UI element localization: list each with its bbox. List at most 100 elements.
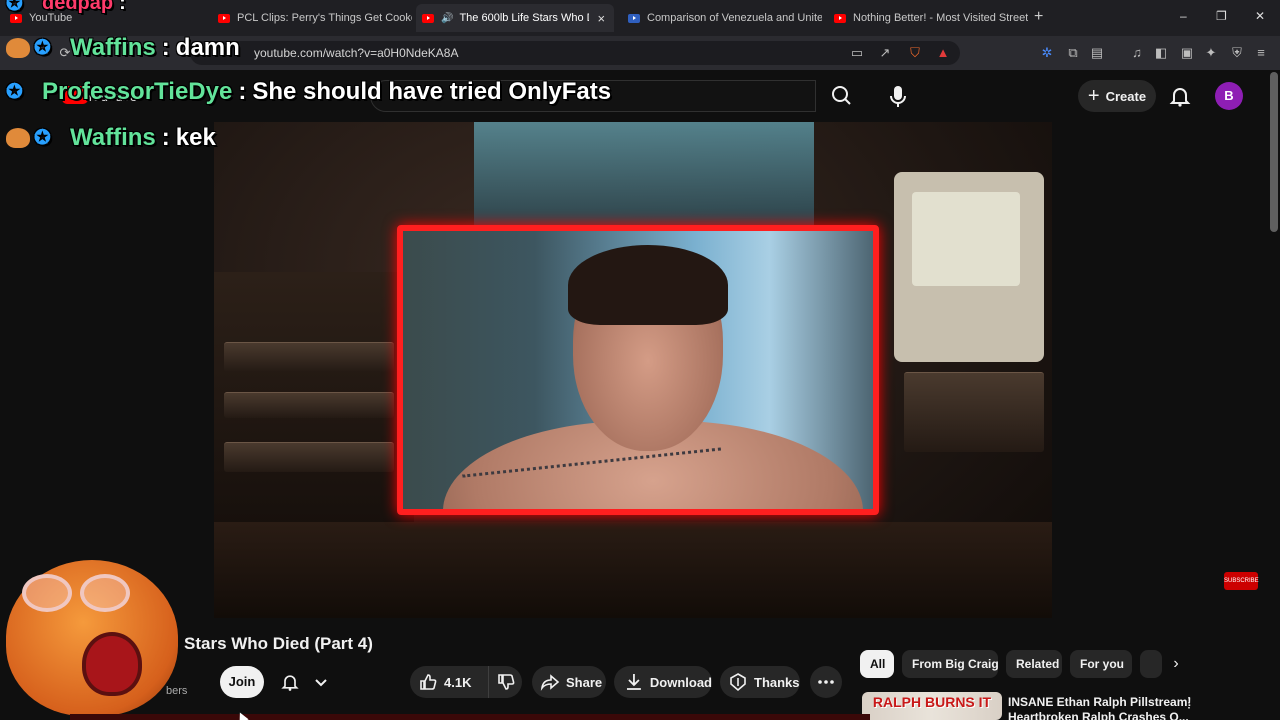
sticker-glasses [20,574,132,614]
video-background-window [474,122,814,232]
puzzle-icon[interactable]: ⧉ [1064,44,1082,62]
thanks-label: Thanks [754,674,800,690]
video-player[interactable] [214,122,1052,618]
avatar[interactable]: B [1215,82,1243,110]
plus-icon: + [1087,84,1100,107]
restore-button[interactable]: ❐ [1216,9,1227,23]
chip-for-you[interactable]: For you [1070,650,1132,678]
tab-comparison[interactable]: Comparison of Venezuela and United [622,4,822,32]
new-tab-button[interactable]: + [1034,8,1043,26]
video-background-tv [894,172,1044,362]
chip-partial[interactable] [1140,650,1162,678]
thumbnail-text: RALPH BURNS IT [872,694,992,710]
chat-separator: : [238,78,247,105]
more-actions-button[interactable] [810,666,842,698]
share-button[interactable]: Share [532,666,606,698]
chat-text: She should have tried OnlyFats [252,78,612,105]
sidebar-icon[interactable]: ◧ [1152,44,1170,62]
sticker-lens [80,574,130,612]
progress-strip [70,714,870,720]
close-window-button[interactable]: ✕ [1255,9,1265,23]
chevron-down-icon [315,679,327,687]
chat-message: ✪ ProfessorTieDye : She should have trie… [6,78,611,106]
create-button[interactable]: + Create [1078,80,1156,112]
wallet-icon[interactable]: ▣ [1178,44,1196,62]
more-horizontal-icon [818,680,834,684]
chat-message: ✪ Waffins : kek [6,124,216,152]
search-button[interactable] [816,80,868,112]
speaker-icon[interactable]: 🔊 [441,13,453,24]
subscribe-watermark[interactable]: SUBSCRIBE [1224,572,1259,590]
recommended-video-thumbnail[interactable]: RALPH BURNS IT [862,692,1002,720]
reading-list-icon[interactable]: ▤ [1088,44,1106,62]
chevron-right-icon[interactable]: › [1164,652,1188,676]
menu-icon[interactable]: ≡ [1252,44,1270,62]
bttv-badge-icon: ✪ [34,127,51,149]
mouse-cursor-icon [235,710,249,720]
brave-shield-icon[interactable]: ⛉ [906,44,924,62]
url-text: youtube.com/watch?v=a0H0NdeKA8A [254,46,459,60]
site-favicon-icon [628,13,640,23]
emote-icon [6,38,30,58]
notifications-button[interactable] [1168,84,1192,108]
search-icon [832,86,851,105]
tab-nothing-better[interactable]: Nothing Better! - Most Visited Street [828,4,1028,32]
url-field[interactable]: youtube.com/watch?v=a0H0NdeKA8A [190,41,960,65]
create-label: Create [1105,88,1147,104]
emote-icon [6,128,30,148]
chat-username: dedpap [42,0,114,14]
join-button[interactable]: Join [220,666,264,698]
cast-icon[interactable]: ▭ [848,44,866,62]
more-vertical-icon[interactable]: ⋮ [1182,694,1196,712]
youtube-favicon-icon [834,13,846,23]
thanks-button[interactable]: Thanks [720,666,800,698]
vpn-icon[interactable]: ⛨ [1228,44,1246,62]
video-background-device [224,342,394,372]
download-button[interactable]: Download [614,666,712,698]
video-background-device [224,442,394,472]
bell-icon [1169,88,1191,107]
dislike-button[interactable] [488,666,522,698]
share-page-icon[interactable]: ↗ [876,44,894,62]
sticker-lens [22,574,72,612]
tab-close-icon[interactable]: × [597,11,605,26]
minimize-button[interactable]: – [1180,9,1187,23]
thumbs-up-icon [420,674,437,690]
media-icon[interactable]: ♫ [1128,44,1146,62]
chip-all[interactable]: All [860,650,894,678]
notification-settings-button[interactable] [274,666,338,698]
thumbs-down-icon [497,674,514,690]
brave-rewards-icon[interactable]: ▲ [934,44,952,62]
chat-username: ProfessorTieDye [42,78,233,105]
emote-sticker-icon [2,540,182,716]
tab-600lb-life[interactable]: 🔊 The 600lb Life Stars Who Die × [416,4,614,32]
video-background-floor [214,522,1052,618]
chip-from-big-craig[interactable]: From Big Craig [902,650,999,678]
video-person-hair [568,245,728,325]
video-background-computer [904,372,1044,452]
chat-text: kek [175,124,216,151]
voice-search-button[interactable] [880,78,916,114]
tab-label: Nothing Better! - Most Visited Street [853,12,1028,24]
page-scrollbar[interactable] [1270,72,1278,232]
bell-icon [281,675,299,691]
video-inset-frame [397,225,879,515]
chat-separator: : [119,0,126,14]
tab-label: PCL Clips: Perry's Things Get Cooked [237,12,412,24]
recommended-video-subtitle[interactable]: Heartbroken Ralph Crashes O... [1008,710,1189,720]
extension-icon[interactable]: ✲ [1038,44,1056,62]
recommended-video-title[interactable]: INSANE Ethan Ralph Pillstream! [1008,695,1191,709]
chip-related[interactable]: Related [1006,650,1062,678]
leo-icon[interactable]: ✦ [1202,44,1220,62]
tab-label: Comparison of Venezuela and United [647,12,822,24]
microphone-icon [890,86,906,107]
like-button[interactable]: 4.1K [410,666,488,698]
chat-username: Waffins [70,34,156,61]
download-label: Download [649,674,712,690]
bttv-badge-icon: ✪ [6,81,23,103]
download-icon [626,674,641,690]
share-icon [540,674,560,691]
tab-label: The 600lb Life Stars Who Die [459,12,590,24]
youtube-favicon-icon [422,13,434,23]
tab-pcl-clips[interactable]: PCL Clips: Perry's Things Get Cooked [212,4,412,32]
